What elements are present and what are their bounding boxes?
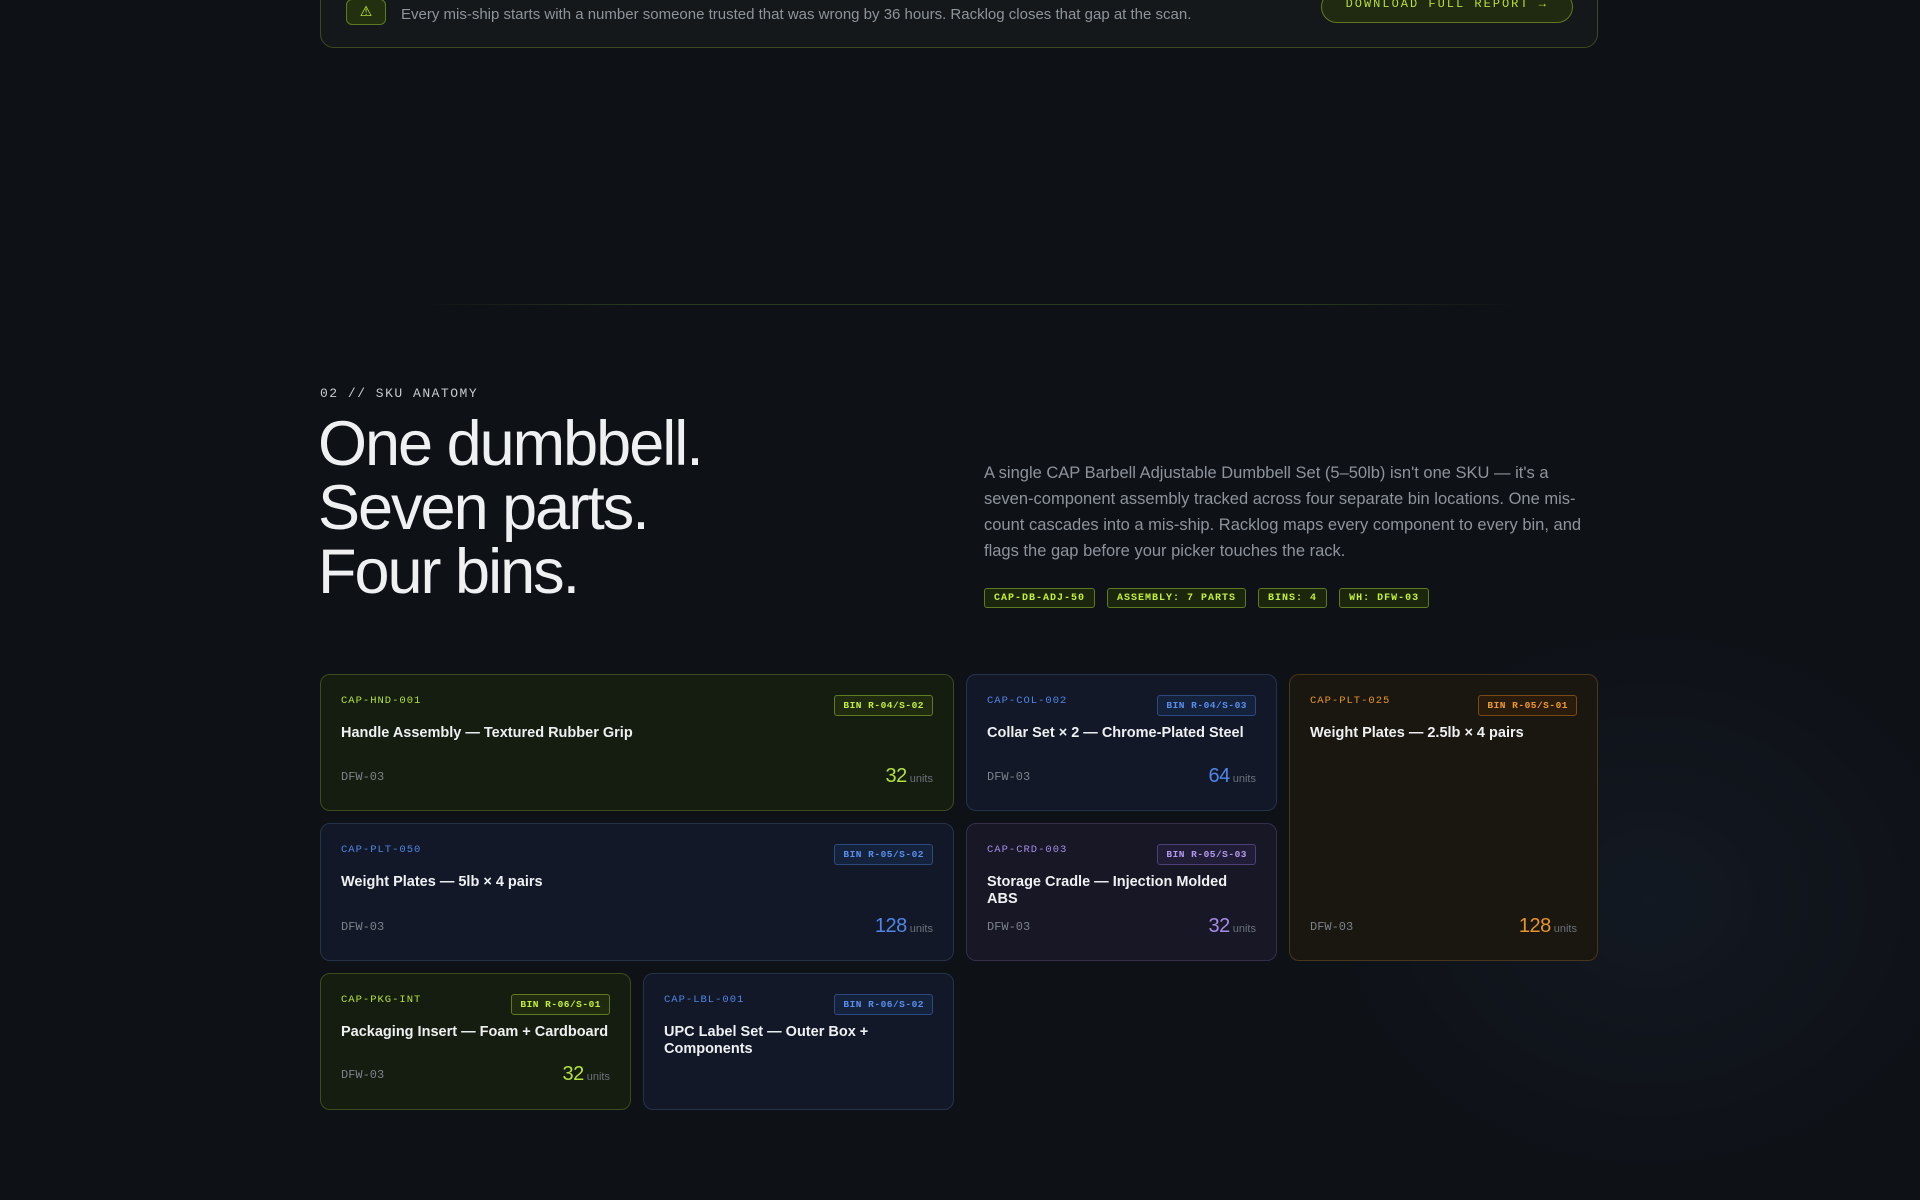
component-code: CAP-PLT-050 <box>341 844 422 856</box>
component-code: CAP-PLT-025 <box>1310 695 1391 707</box>
quantity-value: 32 <box>1208 915 1231 937</box>
section-intro: A single CAP Barbell Adjustable Dumbbell… <box>984 464 1582 560</box>
bin-badge: BIN R-05/S-01 <box>1478 695 1577 716</box>
component-title: UPC Label Set — Outer Box + Components <box>664 1024 869 1057</box>
quantity-unit: units <box>1232 773 1256 785</box>
sku-tag: CAP-DB-ADJ-50 <box>984 588 1096 608</box>
warehouse-tag: WH: DFW-03 <box>1339 588 1430 608</box>
component-title: Weight Plates — 2.5lb × 4 pairs <box>1310 725 1524 741</box>
component-code: CAP-LBL-001 <box>664 994 745 1006</box>
quantity: 128 units <box>875 915 933 938</box>
headline-line: One dumbbell. <box>318 409 704 479</box>
component-title: Storage Cradle — Injection Molded ABS <box>987 874 1228 907</box>
component-title: Handle Assembly — Textured Rubber Grip <box>341 725 633 741</box>
component-code: CAP-COL-002 <box>987 695 1068 707</box>
headline-line: Seven parts. <box>318 473 650 543</box>
component-card[interactable]: CAP-PLT-050 BIN R-05/S-02 Weight Plates … <box>320 823 954 961</box>
component-card[interactable]: CAP-CRD-003 BIN R-05/S-03 Storage Cradle… <box>966 823 1277 961</box>
quantity: 128 units <box>1519 915 1577 938</box>
tag-list: CAP-DB-ADJ-50 ASSEMBLY: 7 PARTS BINS: 4 … <box>984 588 1430 608</box>
component-code: CAP-PKG-INT <box>341 994 422 1006</box>
component-card[interactable]: CAP-HND-001 BIN R-04/S-02 Handle Assembl… <box>320 674 954 811</box>
quantity-unit: units <box>1232 923 1256 935</box>
warehouse-label: DFW-03 <box>987 770 1031 784</box>
warehouse-label: DFW-03 <box>341 920 385 934</box>
quantity-value: 128 <box>1518 915 1551 937</box>
bin-badge: BIN R-06/S-02 <box>834 994 933 1015</box>
quantity: 32 units <box>1209 915 1257 938</box>
warehouse-label: DFW-03 <box>1310 920 1354 934</box>
quantity-unit: units <box>586 1071 610 1083</box>
bin-badge: BIN R-06/S-01 <box>511 994 610 1015</box>
component-title: Collar Set × 2 — Chrome-Plated Steel <box>987 725 1244 741</box>
component-card[interactable]: CAP-PLT-025 BIN R-05/S-01 Weight Plates … <box>1289 674 1598 961</box>
quantity-unit: units <box>909 773 933 785</box>
banner-text: Every mis-ship starts with a number some… <box>401 6 1192 23</box>
bin-badge: BIN R-05/S-03 <box>1157 844 1256 865</box>
quantity-value: 32 <box>562 1063 585 1085</box>
bins-tag: BINS: 4 <box>1258 588 1328 608</box>
component-title: Weight Plates — 5lb × 4 pairs <box>341 874 543 890</box>
component-title: Packaging Insert — Foam + Cardboard <box>341 1024 609 1040</box>
alert-banner: ⚠ Every mis-ship starts with a number so… <box>320 0 1598 48</box>
warehouse-label: DFW-03 <box>987 920 1031 934</box>
section-divider <box>420 304 1520 305</box>
bin-badge: BIN R-04/S-03 <box>1157 695 1256 716</box>
component-code: CAP-HND-001 <box>341 695 422 707</box>
quantity-value: 128 <box>874 915 907 937</box>
quantity: 64 units <box>1209 765 1257 788</box>
warehouse-label: DFW-03 <box>341 770 385 784</box>
quantity-unit: units <box>1553 923 1577 935</box>
quantity: 32 units <box>886 765 934 788</box>
component-card[interactable]: CAP-LBL-001 BIN R-06/S-02 UPC Label Set … <box>643 973 954 1110</box>
bin-badge: BIN R-04/S-02 <box>834 695 933 716</box>
section-headline: One dumbbell. Seven parts. Four bins. <box>318 409 704 607</box>
assembly-tag: ASSEMBLY: 7 PARTS <box>1107 588 1247 608</box>
download-report-button[interactable]: DOWNLOAD FULL REPORT → <box>1320 0 1573 23</box>
quantity-unit: units <box>909 923 933 935</box>
quantity: 32 units <box>563 1063 611 1086</box>
section-eyebrow: 02 // SKU ANATOMY <box>320 386 479 401</box>
quantity-value: 32 <box>885 765 908 787</box>
warning-icon: ⚠ <box>346 0 386 25</box>
component-code: CAP-CRD-003 <box>987 844 1068 856</box>
bin-badge: BIN R-05/S-02 <box>834 844 933 865</box>
headline-line: Four bins. <box>318 537 580 607</box>
component-card[interactable]: CAP-COL-002 BIN R-04/S-03 Collar Set × 2… <box>966 674 1277 811</box>
quantity-value: 64 <box>1208 765 1231 787</box>
component-card[interactable]: CAP-PKG-INT BIN R-06/S-01 Packaging Inse… <box>320 973 631 1110</box>
